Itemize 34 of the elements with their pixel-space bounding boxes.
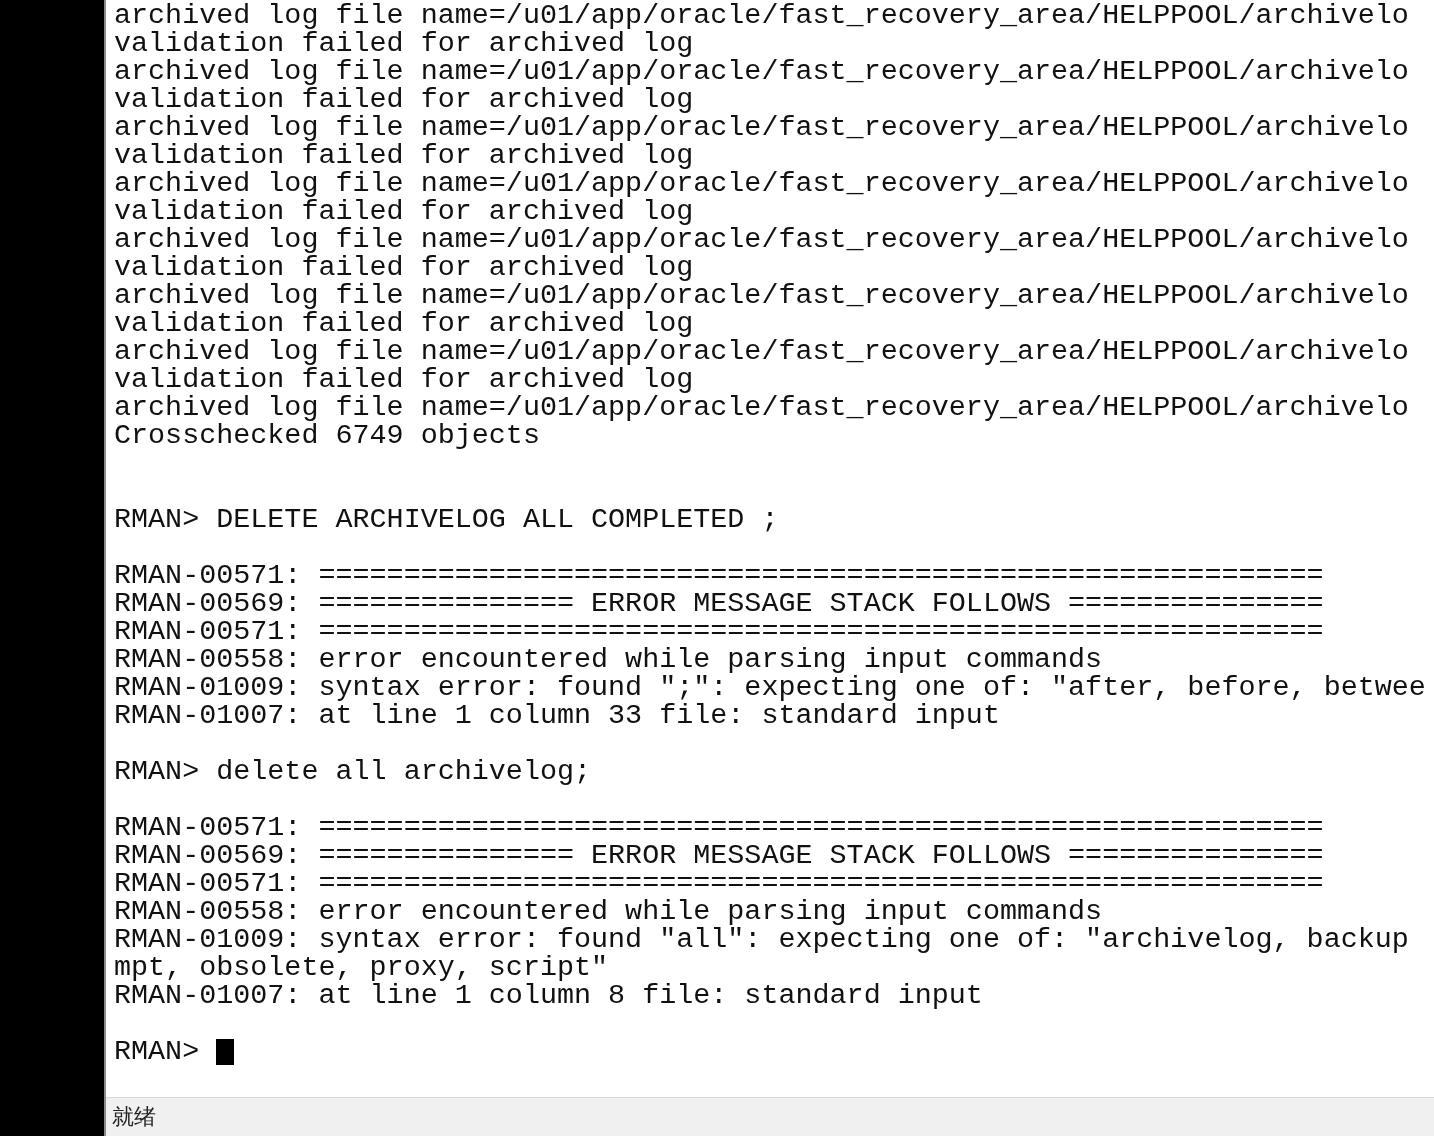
output-line: RMAN-00571: =========================================================== — [114, 870, 1324, 898]
output-line: validation failed for archived log — [114, 198, 694, 226]
output-line: RMAN-00558: error encountered while parsing input commands — [114, 646, 1103, 674]
output-line: RMAN-00571: =========================================================== — [114, 814, 1324, 842]
output-line: archived log file name=/u01/app/oracle/fast_recovery_area/HELPPOOL/archivelo — [114, 58, 1409, 86]
output-line: validation failed for archived log — [114, 254, 694, 282]
output-line: RMAN> DELETE ARCHIVELOG ALL COMPLETED ; — [114, 506, 779, 534]
output-line: mpt, obsolete, proxy, script" — [114, 954, 609, 982]
output-line: validation failed for archived log — [114, 366, 694, 394]
output-line: archived log file name=/u01/app/oracle/fast_recovery_area/HELPPOOL/archivelo — [114, 226, 1409, 254]
output-line: RMAN-00571: =========================================================== — [114, 618, 1324, 646]
output-line: archived log file name=/u01/app/oracle/fast_recovery_area/HELPPOOL/archivelo — [114, 338, 1409, 366]
output-line: RMAN-01007: at line 1 column 33 file: standard input — [114, 702, 1000, 730]
output-line: validation failed for archived log — [114, 310, 694, 338]
output-line: RMAN-00558: error encountered while parsing input commands — [114, 898, 1103, 926]
output-line: validation failed for archived log — [114, 142, 694, 170]
output-line: RMAN-00569: =============== ERROR MESSAGE STACK FOLLOWS =============== — [114, 590, 1324, 618]
output-line: RMAN-01009: syntax error: found ";": expecting one of: "after, before, betwee — [114, 674, 1426, 702]
output-line: archived log file name=/u01/app/oracle/fast_recovery_area/HELPPOOL/archivelo — [114, 282, 1409, 310]
cursor — [216, 1039, 235, 1065]
output-line: RMAN-00569: =============== ERROR MESSAGE STACK FOLLOWS =============== — [114, 842, 1324, 870]
prompt: RMAN> — [114, 1038, 200, 1066]
output-line: archived log file name=/u01/app/oracle/fast_recovery_area/HELPPOOL/archivelo — [114, 170, 1409, 198]
output-line: Crosschecked 6749 objects — [114, 422, 540, 450]
output-line: RMAN-00571: =========================================================== — [114, 562, 1324, 590]
output-line: RMAN-01007: at line 1 column 8 file: standard input — [114, 982, 983, 1010]
output-line: archived log file name=/u01/app/oracle/fast_recovery_area/HELPPOOL/archivelo — [114, 394, 1409, 422]
output-line: RMAN> delete all archivelog; — [114, 758, 592, 786]
output-line: RMAN-01009: syntax error: found "all": expecting one of: "archivelog, backup — [114, 926, 1409, 954]
output-line: validation failed for archived log — [114, 30, 694, 58]
output-line: archived log file name=/u01/app/oracle/fast_recovery_area/HELPPOOL/archivelo — [114, 114, 1409, 142]
status-text: 就绪 — [112, 1103, 156, 1131]
output-line: archived log file name=/u01/app/oracle/fast_recovery_area/HELPPOOL/archivelo — [114, 2, 1409, 30]
output-line: validation failed for archived log — [114, 86, 694, 114]
